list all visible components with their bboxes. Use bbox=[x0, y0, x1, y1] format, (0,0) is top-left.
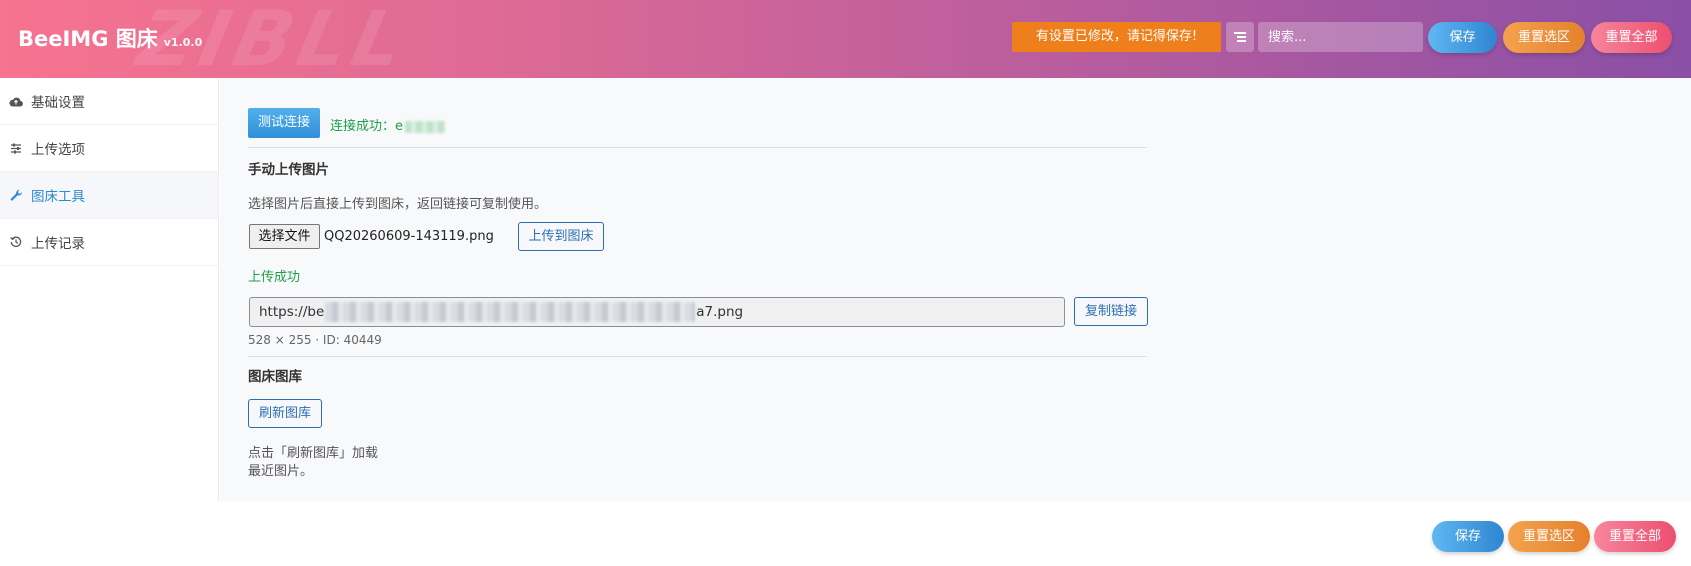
image-url-field[interactable]: https://be a7.png bbox=[249, 297, 1065, 327]
top-header: ZIBLL BeeIMG 图床v1.0.0 有设置已修改，请记得保存! 保存 重… bbox=[0, 0, 1691, 78]
choose-file-button[interactable]: 选择文件 bbox=[249, 224, 320, 249]
search-input[interactable] bbox=[1258, 22, 1423, 52]
app-title: BeeIMG 图床 bbox=[18, 27, 158, 51]
image-meta: 528 × 255 · ID: 40449 bbox=[248, 333, 382, 347]
sidebar-item-label: 图床工具 bbox=[31, 189, 85, 205]
list-icon-line bbox=[1237, 40, 1246, 42]
sidebar-item-label: 基础设置 bbox=[31, 95, 85, 111]
upload-to-image-host-button[interactable]: 上传到图床 bbox=[518, 222, 604, 251]
url-prefix: https://be bbox=[259, 304, 325, 320]
manual-upload-description: 选择图片后直接上传到图床，返回链接可复制使用。 bbox=[248, 197, 548, 212]
gallery-title: 图床图库 bbox=[248, 369, 302, 385]
app-brand: BeeIMG 图床 v1.0.0 bbox=[18, 23, 202, 53]
wrench-icon bbox=[9, 188, 23, 202]
unsaved-notice: 有设置已修改，请记得保存! bbox=[1012, 22, 1221, 52]
cloud-icon bbox=[9, 94, 23, 108]
list-icon bbox=[1234, 32, 1246, 34]
sliders-icon bbox=[9, 141, 23, 155]
connection-status-text: 连接成功：e bbox=[330, 119, 403, 134]
url-suffix: a7.png bbox=[696, 304, 744, 320]
divider bbox=[248, 147, 1147, 148]
sidebar-item-basic-settings[interactable]: 基础设置 bbox=[0, 78, 218, 125]
sidebar: 基础设置 上传选项 图床工具 上传记录 bbox=[0, 78, 219, 501]
sidebar-item-upload-options[interactable]: 上传选项 bbox=[0, 125, 218, 172]
app-version: v1.0.0 bbox=[163, 36, 203, 49]
gallery-hint-line1: 点击「刷新图库」加载 bbox=[248, 446, 379, 461]
connection-status: 连接成功：e bbox=[330, 115, 445, 134]
selected-file-name: QQ20260609-143119.png bbox=[324, 229, 494, 244]
footer-reset-section-button[interactable]: 重置选区 bbox=[1508, 521, 1590, 552]
header-save-button[interactable]: 保存 bbox=[1428, 22, 1497, 53]
list-toggle-button[interactable] bbox=[1226, 22, 1254, 52]
header-reset-section-button[interactable]: 重置选区 bbox=[1503, 22, 1585, 53]
redacted-text bbox=[405, 120, 445, 133]
main-panel: 测试连接 连接成功：e 手动上传图片 选择图片后直接上传到图床，返回链接可复制使… bbox=[220, 78, 1691, 501]
gallery-hint-line2: 最近图片。 bbox=[248, 464, 314, 479]
upload-status: 上传成功 bbox=[248, 270, 301, 285]
refresh-gallery-button[interactable]: 刷新图库 bbox=[248, 399, 322, 428]
sidebar-item-upload-history[interactable]: 上传记录 bbox=[0, 219, 218, 266]
sidebar-item-label: 上传记录 bbox=[31, 236, 85, 252]
manual-upload-title: 手动上传图片 bbox=[248, 162, 329, 178]
header-reset-all-button[interactable]: 重置全部 bbox=[1591, 22, 1672, 53]
footer-reset-all-button[interactable]: 重置全部 bbox=[1594, 521, 1676, 552]
list-icon-line bbox=[1237, 36, 1246, 38]
redacted-text bbox=[325, 302, 696, 322]
history-icon bbox=[9, 235, 23, 249]
test-connection-button[interactable]: 测试连接 bbox=[248, 108, 320, 138]
copy-link-button[interactable]: 复制链接 bbox=[1074, 297, 1148, 326]
divider bbox=[248, 356, 1147, 357]
sidebar-item-label: 上传选项 bbox=[31, 142, 85, 158]
footer-save-button[interactable]: 保存 bbox=[1432, 521, 1504, 552]
sidebar-item-image-tools[interactable]: 图床工具 bbox=[0, 172, 218, 219]
